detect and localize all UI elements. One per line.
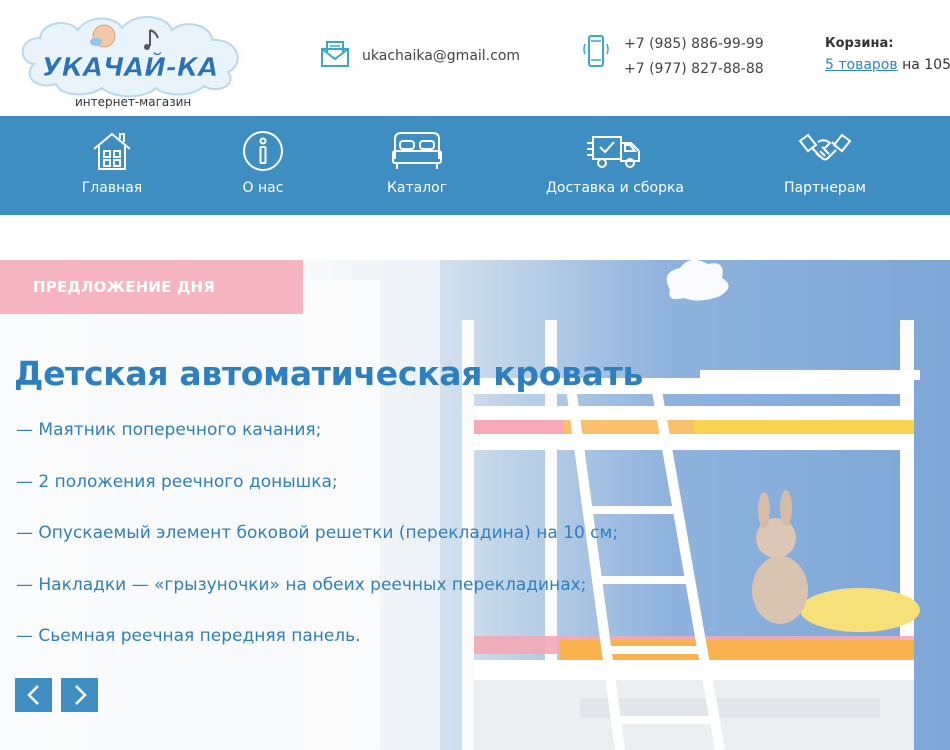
mobile-phone-icon bbox=[582, 34, 610, 82]
phone-number-2[interactable]: +7 (977) 827-88-88 bbox=[624, 57, 764, 82]
nav-item-home[interactable]: Главная bbox=[67, 116, 157, 215]
feature-list: — Маятник поперечного качания; — 2 полож… bbox=[16, 420, 618, 678]
logo-tagline: интернет-магазин bbox=[75, 95, 192, 109]
feature-item: — Маятник поперечного качания; bbox=[16, 420, 322, 440]
nav-label-partners: Партнерам bbox=[784, 180, 866, 196]
email-text: ukachaika@gmail.com bbox=[362, 48, 521, 64]
feature-item: — Опускаемый элемент боковой решетки (пе… bbox=[16, 523, 619, 543]
chevron-right-icon bbox=[74, 685, 87, 705]
feature-item: — 2 положения реечного донышка; bbox=[16, 471, 338, 492]
cart-items-link[interactable]: 5 товаров bbox=[825, 57, 898, 73]
cart-title: Корзина: bbox=[825, 36, 894, 51]
handshake-icon bbox=[798, 128, 852, 174]
nav-item-about[interactable]: О нас bbox=[223, 116, 303, 215]
nav-label-home: Главная bbox=[81, 180, 143, 196]
truck-icon bbox=[587, 128, 643, 174]
site-header: УКАЧАЙ-КА интернет-магазин ukachaika@gma… bbox=[0, 0, 950, 116]
nav-item-partners[interactable]: Партнерам bbox=[778, 116, 872, 215]
main-navigation: Главная О нас Каталог Доставка и сборка … bbox=[0, 116, 950, 215]
nav-item-catalog[interactable]: Каталог bbox=[375, 116, 459, 215]
cart-total: на 1059 bbox=[902, 57, 950, 73]
cart-summary: Корзина: 5 товаров на 1059 bbox=[825, 36, 950, 73]
contact-email[interactable]: ukachaika@gmail.com bbox=[320, 40, 520, 72]
info-icon bbox=[241, 128, 285, 174]
feature-item: — Накладки — «грызуночки» на обеих реечн… bbox=[16, 574, 587, 595]
offer-of-day-badge: ПРЕДЛОЖЕНИЕ ДНЯ bbox=[0, 260, 303, 314]
nav-label-about: О нас bbox=[242, 180, 284, 196]
envelope-icon bbox=[320, 40, 350, 72]
nav-label-delivery: Доставка и сборка bbox=[545, 180, 685, 196]
nav-item-delivery[interactable]: Доставка и сборка bbox=[545, 116, 685, 215]
slider-prev-button[interactable] bbox=[15, 678, 52, 712]
chevron-left-icon bbox=[26, 685, 39, 705]
slider-next-button[interactable] bbox=[61, 678, 98, 712]
house-icon bbox=[90, 128, 134, 174]
phone-number-1[interactable]: +7 (985) 886-99-99 bbox=[624, 32, 764, 57]
contact-phones: +7 (985) 886-99-99 +7 (977) 827-88-88 bbox=[582, 34, 764, 82]
nav-label-catalog: Каталог bbox=[386, 180, 448, 196]
feature-item: — Сьемная реечная передняя панель. bbox=[16, 626, 361, 646]
bed-icon bbox=[391, 128, 443, 174]
logo-text: УКАЧАЙ-КА bbox=[42, 51, 218, 83]
hero-slider: ПРЕДЛОЖЕНИЕ ДНЯ Детская автоматическая к… bbox=[0, 260, 950, 750]
hero-title[interactable]: Детская автоматическая кровать bbox=[14, 354, 643, 393]
